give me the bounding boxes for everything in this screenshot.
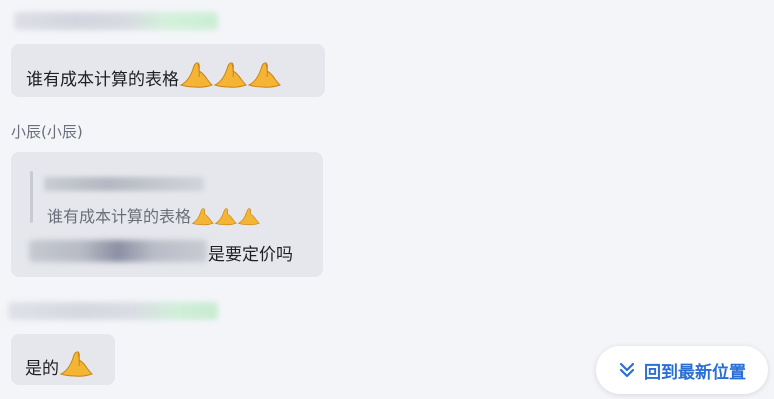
message-text-content: 是的 — [25, 359, 59, 379]
pray-hands-icon — [214, 206, 237, 230]
pray-hands-icon — [191, 206, 214, 230]
message-bubble[interactable]: 谁有成本计算的表格 — [11, 44, 325, 97]
blurred-mention — [29, 240, 207, 262]
chat-window: 谁有成本计算的表格 小辰(小辰) 谁有成本计算的表格 是要定价吗 是的 回到最新… — [0, 0, 774, 399]
message-bubble[interactable]: 是的 — [11, 334, 115, 385]
jump-to-latest-button[interactable]: 回到最新位置 — [596, 346, 768, 394]
sender-name: 小辰(小辰) — [11, 123, 83, 141]
jump-to-latest-label: 回到最新位置 — [644, 362, 746, 383]
message-text: 是的 — [25, 348, 93, 383]
blurred-sender-name — [14, 12, 218, 30]
message-text: 谁有成本计算的表格 — [26, 59, 281, 94]
pray-hands-icon — [179, 59, 213, 94]
blurred-sender-name — [8, 302, 218, 320]
pray-hands-icon — [247, 59, 281, 94]
message-text: 是要定价吗 — [208, 245, 293, 265]
pray-hands-icon — [237, 206, 260, 230]
quoted-message-text: 谁有成本计算的表格 — [47, 207, 192, 226]
double-chevron-down-icon — [618, 361, 636, 379]
quote-bar — [30, 171, 33, 223]
blurred-quoted-sender — [44, 177, 204, 191]
message-text-content: 谁有成本计算的表格 — [26, 70, 179, 90]
message-bubble[interactable]: 谁有成本计算的表格 是要定价吗 — [11, 152, 323, 277]
pray-hands-icon — [59, 348, 93, 383]
quoted-message[interactable]: 谁有成本计算的表格 — [47, 203, 260, 230]
pray-hands-icon — [213, 59, 247, 94]
